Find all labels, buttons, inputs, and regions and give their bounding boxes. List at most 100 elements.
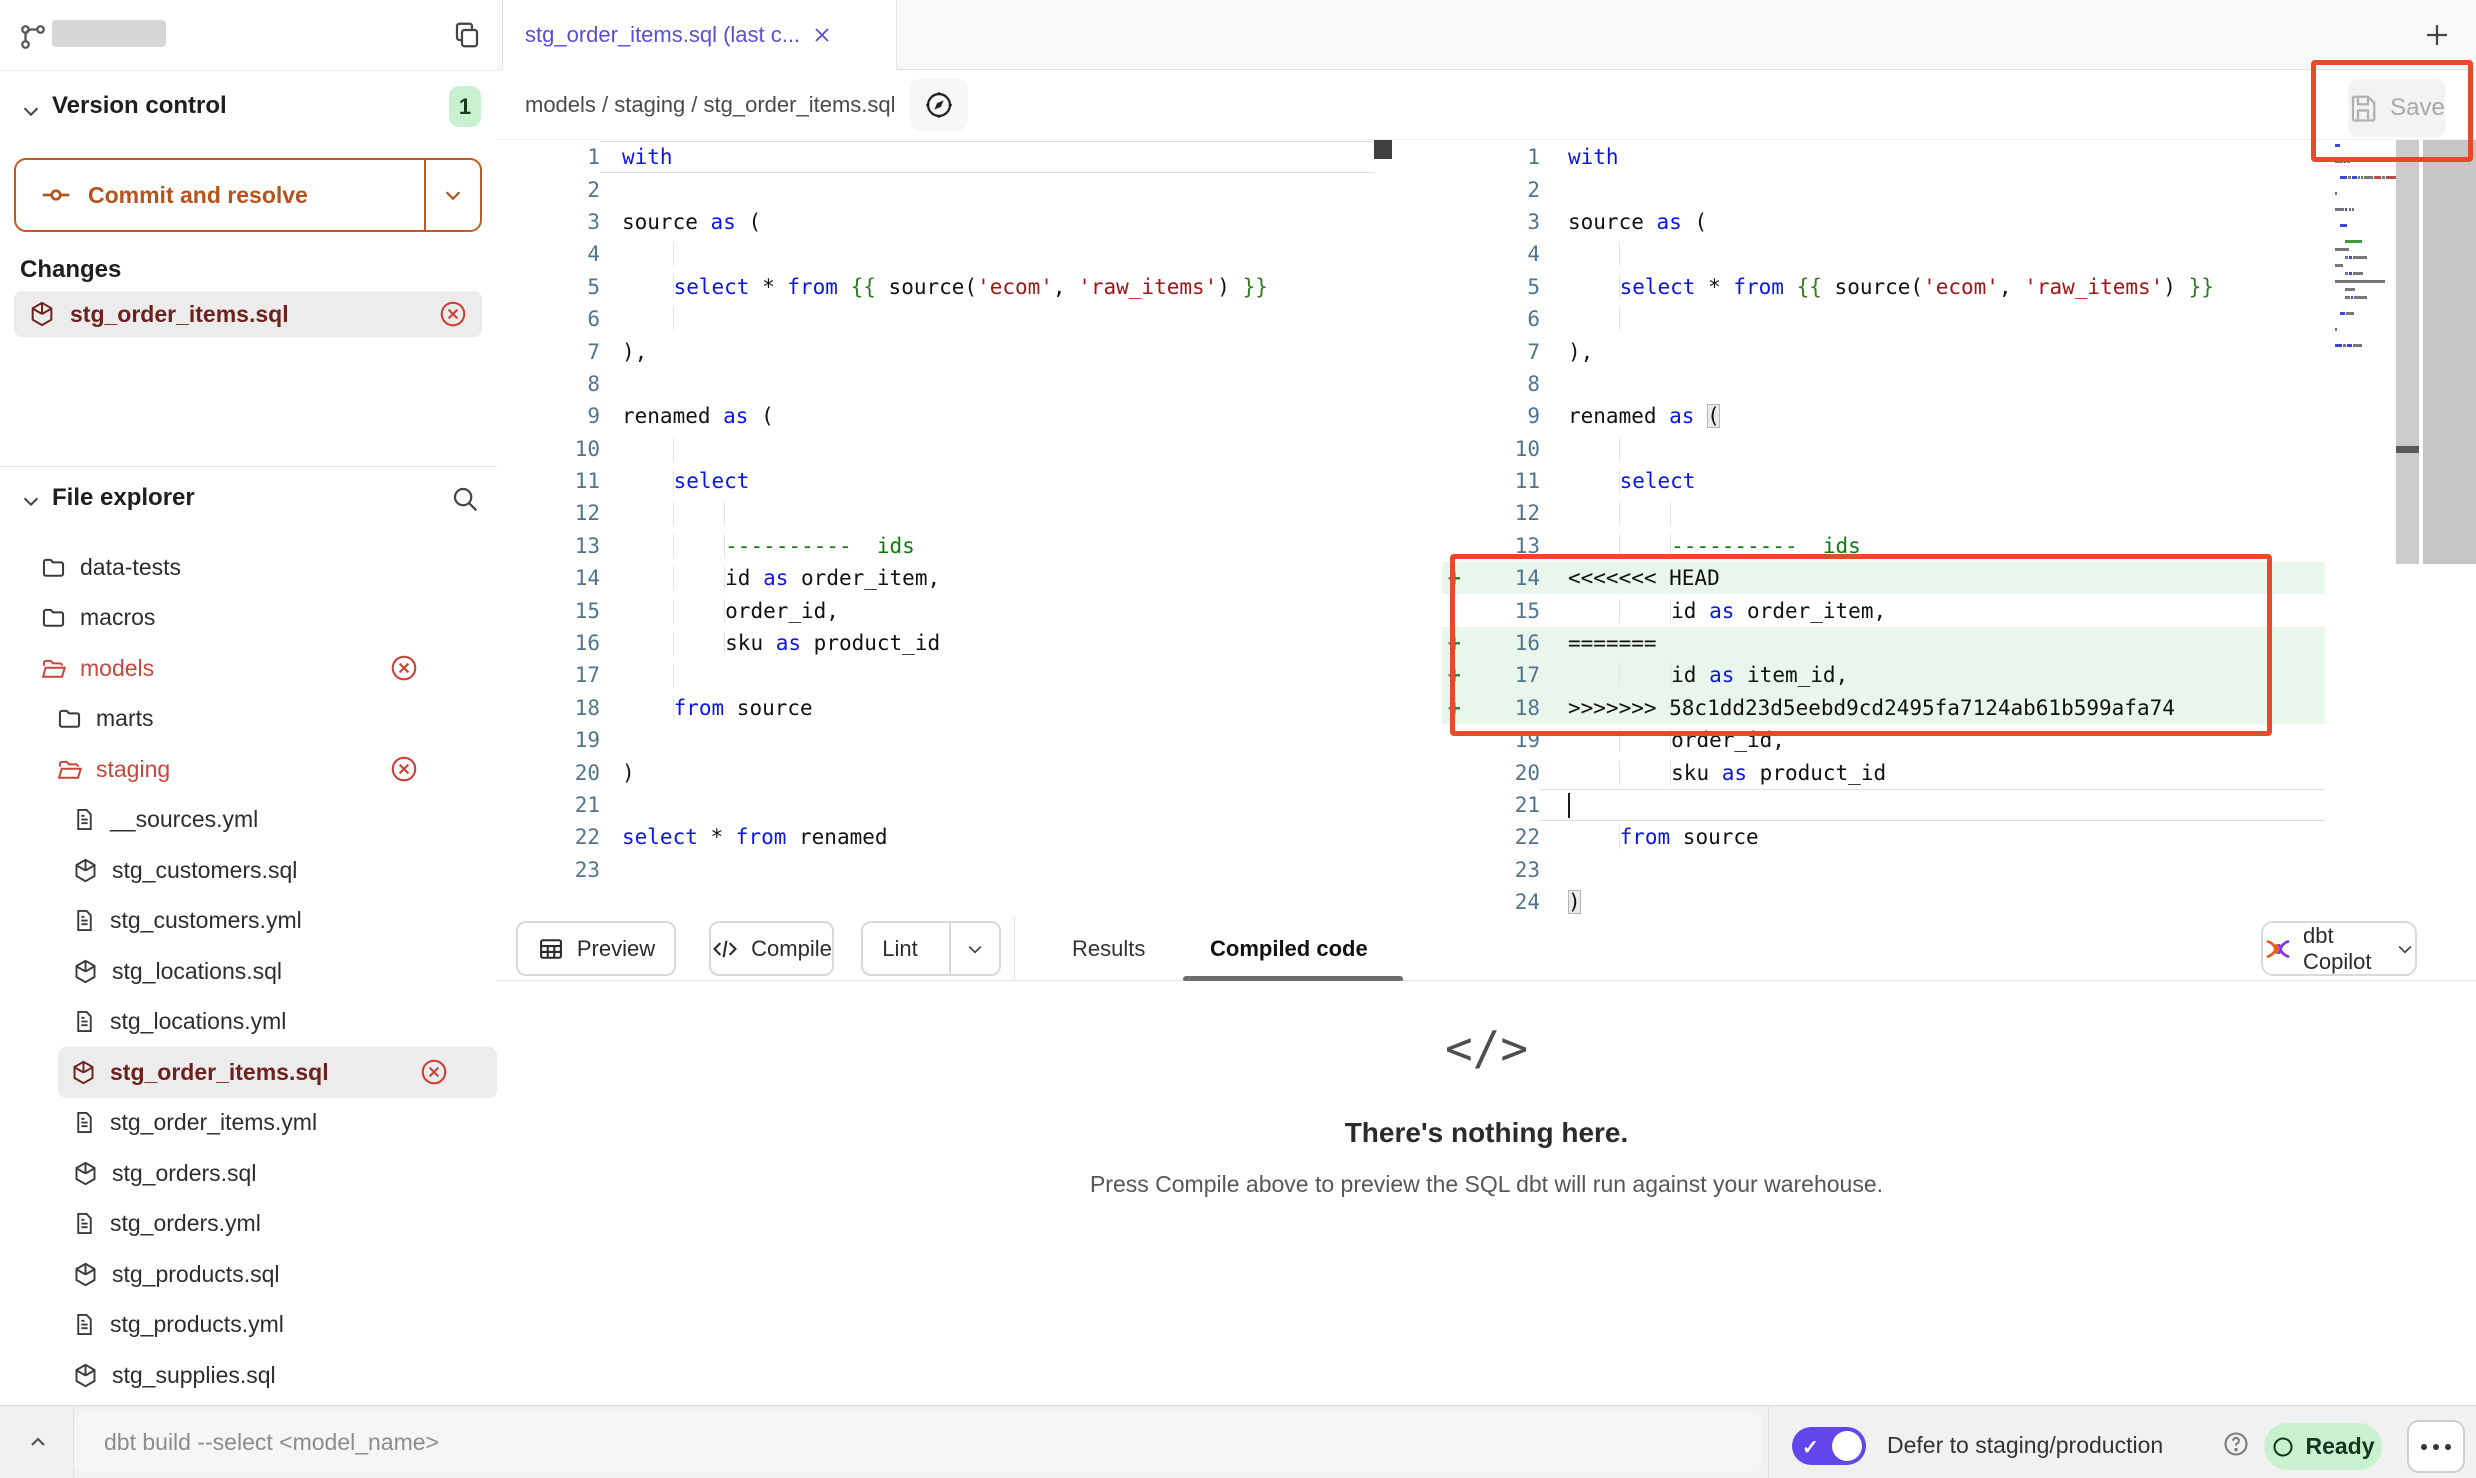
code-line-19[interactable]: 19 xyxy=(497,724,1375,756)
file-tree-item-stg-supplies-sql[interactable]: stg_supplies.sql xyxy=(0,1350,497,1401)
new-tab-button[interactable] xyxy=(2419,17,2455,53)
code-line-21[interactable]: 21 xyxy=(497,789,1375,821)
file-tree-item-staging[interactable]: staging xyxy=(0,744,497,795)
lineage-compass-button[interactable] xyxy=(910,79,968,131)
code-line-14[interactable]: 14 id as order_item, xyxy=(497,562,1375,594)
command-input[interactable]: dbt build --select <model_name> xyxy=(74,1412,1762,1472)
code-line-15[interactable]: 15 id as order_item, xyxy=(1442,594,2325,626)
save-button[interactable]: Save xyxy=(2348,79,2445,137)
code-line-13[interactable]: 13 ---------- ids xyxy=(1442,530,2325,562)
code-line-12[interactable]: 12 xyxy=(1442,497,2325,529)
code-line-23[interactable]: 23 xyxy=(497,854,1375,886)
left-pane-scrollbar-thumb[interactable] xyxy=(1374,140,1392,159)
code-line-18[interactable]: 18 from source xyxy=(497,692,1375,724)
diff-pane-original[interactable]: 1with23source as (4 5 select * from {{ s… xyxy=(497,141,1375,886)
code-line-22[interactable]: 22select * from renamed xyxy=(497,821,1375,853)
chevron-up-icon[interactable] xyxy=(20,1426,56,1458)
code-line-14[interactable]: +14<<<<<<< HEAD xyxy=(1442,562,2325,594)
code-line-16[interactable]: 16 sku as product_id xyxy=(497,627,1375,659)
diff-pane-modified[interactable]: 1with23source as (4 5 select * from {{ s… xyxy=(1442,141,2325,1016)
code-line-4[interactable]: 4 xyxy=(497,238,1375,270)
code-line-7[interactable]: 7), xyxy=(497,335,1375,367)
code-line-3[interactable]: 3source as ( xyxy=(1442,206,2325,238)
file-tree-item-stg-locations-yml[interactable]: stg_locations.yml xyxy=(0,997,497,1048)
file-tree-item-stg-order-items-yml[interactable]: stg_order_items.yml xyxy=(0,1098,497,1149)
git-branch-icon[interactable] xyxy=(18,22,48,52)
discard-change-icon[interactable] xyxy=(419,1057,449,1087)
code-line-4[interactable]: 4 xyxy=(1442,238,2325,270)
code-line-16[interactable]: +16======= xyxy=(1442,627,2325,659)
code-line-17[interactable]: 17 xyxy=(497,659,1375,691)
code-line-2[interactable]: 2 xyxy=(1442,173,2325,205)
file-tree-item-stg-locations-sql[interactable]: stg_locations.sql xyxy=(0,946,497,997)
help-icon[interactable] xyxy=(2222,1430,2250,1458)
file-tree-item-stg-products-sql[interactable]: stg_products.sql xyxy=(0,1249,497,1300)
defer-toggle[interactable]: ✓ xyxy=(1792,1427,1866,1465)
discard-change-icon[interactable] xyxy=(438,299,468,329)
code-line-20[interactable]: 20) xyxy=(497,756,1375,788)
code-line-3[interactable]: 3source as ( xyxy=(497,206,1375,238)
file-explorer-collapse-icon[interactable] xyxy=(20,490,42,512)
code-line-22[interactable]: 22 from source xyxy=(1442,821,2325,853)
code-line-11[interactable]: 11 select xyxy=(1442,465,2325,497)
commit-dropdown-button[interactable] xyxy=(424,160,480,230)
code-line-2[interactable]: 2 xyxy=(497,173,1375,205)
code-line-7[interactable]: 7), xyxy=(1442,335,2325,367)
code-line-18[interactable]: +18>>>>>>> 58c1dd23d5eebd9cd2495fa7124ab… xyxy=(1442,692,2325,724)
code-line-1[interactable]: 1with xyxy=(1442,141,2325,173)
file-tree-item-data-tests[interactable]: data-tests xyxy=(0,542,497,593)
tab-compiled-code[interactable]: Compiled code xyxy=(1210,916,1368,981)
code-line-6[interactable]: 6 xyxy=(1442,303,2325,335)
file-tree-item-stg-products-yml[interactable]: stg_products.yml xyxy=(0,1300,497,1351)
minimap[interactable] xyxy=(2332,140,2394,372)
code-line-8[interactable]: 8 xyxy=(497,368,1375,400)
code-line-19[interactable]: 19 order_id, xyxy=(1442,724,2325,756)
code-line-17[interactable]: +17 id as item_id, xyxy=(1442,659,2325,691)
version-control-collapse-icon[interactable] xyxy=(20,100,42,122)
tab-close-icon[interactable] xyxy=(810,23,834,47)
code-line-6[interactable]: 6 xyxy=(497,303,1375,335)
file-tree-item-stg-customers-yml[interactable]: stg_customers.yml xyxy=(0,896,497,947)
file-tree-item--sources-yml[interactable]: __sources.yml xyxy=(0,795,497,846)
file-tree-item-stg-order-items-sql[interactable]: stg_order_items.sql xyxy=(58,1047,497,1098)
changed-file-item[interactable]: stg_order_items.sql xyxy=(14,291,482,337)
lint-dropdown-button[interactable] xyxy=(949,923,999,974)
lint-button[interactable]: Lint xyxy=(863,923,937,974)
pane-scrollbar[interactable] xyxy=(2423,140,2476,564)
file-tree-item-stg-orders-sql[interactable]: stg_orders.sql xyxy=(0,1148,497,1199)
code-line-8[interactable]: 8 xyxy=(1442,368,2325,400)
code-line-11[interactable]: 11 select xyxy=(497,465,1375,497)
editor-scrollbar-thumb[interactable] xyxy=(2396,446,2419,453)
status-ready-badge[interactable]: Ready xyxy=(2264,1423,2382,1470)
file-tree-item-stg-orders-yml[interactable]: stg_orders.yml xyxy=(0,1199,497,1250)
code-line-15[interactable]: 15 order_id, xyxy=(497,594,1375,626)
code-line-21[interactable]: 21 xyxy=(1442,789,2325,821)
compile-button[interactable]: Compile xyxy=(709,921,834,976)
discard-change-icon[interactable] xyxy=(389,754,419,784)
tab-results[interactable]: Results xyxy=(1072,916,1145,981)
code-line-10[interactable]: 10 xyxy=(497,433,1375,465)
code-line-13[interactable]: 13 ---------- ids xyxy=(497,530,1375,562)
code-line-5[interactable]: 5 select * from {{ source('ecom', 'raw_i… xyxy=(497,271,1375,303)
discard-change-icon[interactable] xyxy=(389,653,419,683)
code-line-20[interactable]: 20 sku as product_id xyxy=(1442,756,2325,788)
code-line-10[interactable]: 10 xyxy=(1442,433,2325,465)
tab-stg-order-items[interactable]: stg_order_items.sql (last c... xyxy=(502,0,897,70)
commit-and-resolve-button[interactable]: Commit and resolve xyxy=(14,158,482,232)
file-tree-item-models[interactable]: models xyxy=(0,643,497,694)
copy-icon[interactable] xyxy=(452,20,482,50)
code-line-24[interactable]: 24) xyxy=(1442,886,2325,918)
file-tree-item-stg-customers-sql[interactable]: stg_customers.sql xyxy=(0,845,497,896)
dbt-copilot-button[interactable]: dbt Copilot xyxy=(2261,921,2417,976)
code-line-9[interactable]: 9renamed as ( xyxy=(1442,400,2325,432)
search-icon[interactable] xyxy=(450,484,480,514)
code-line-1[interactable]: 1with xyxy=(497,141,1375,173)
overflow-menu-button[interactable] xyxy=(2407,1420,2465,1473)
code-line-12[interactable]: 12 xyxy=(497,497,1375,529)
file-tree-item-marts[interactable]: marts xyxy=(0,694,497,745)
editor-scrollbar[interactable] xyxy=(2396,140,2421,564)
file-tree-item-macros[interactable]: macros xyxy=(0,593,497,644)
code-line-23[interactable]: 23 xyxy=(1442,854,2325,886)
preview-button[interactable]: Preview xyxy=(516,921,676,976)
code-line-9[interactable]: 9renamed as ( xyxy=(497,400,1375,432)
